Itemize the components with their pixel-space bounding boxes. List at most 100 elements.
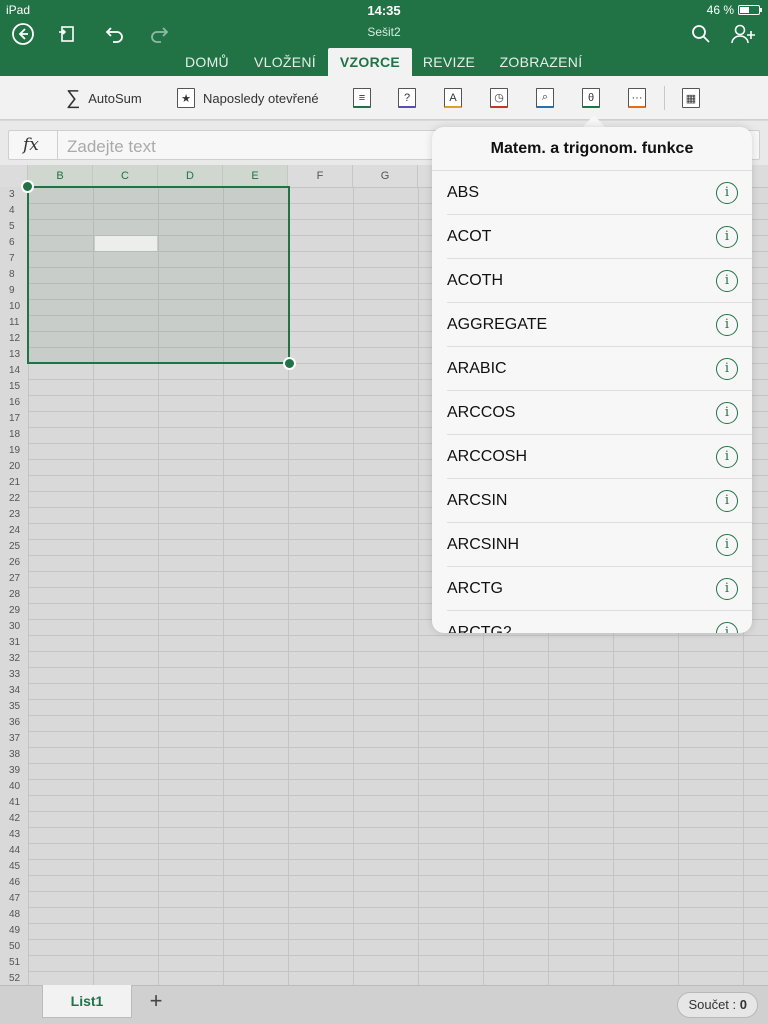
info-icon[interactable]: i bbox=[716, 358, 738, 380]
row-header[interactable]: 28 bbox=[0, 587, 28, 603]
selection-handle-start[interactable] bbox=[21, 180, 34, 193]
row-header[interactable]: 19 bbox=[0, 443, 28, 459]
share-user-icon[interactable] bbox=[730, 22, 756, 48]
row-header[interactable]: 41 bbox=[0, 795, 28, 811]
tab-review[interactable]: REVIZE bbox=[416, 48, 482, 76]
row-header[interactable]: 48 bbox=[0, 907, 28, 923]
row-header[interactable]: 6 bbox=[0, 235, 28, 251]
info-icon[interactable]: i bbox=[716, 578, 738, 600]
lookup-functions-button[interactable]: ⌕ bbox=[536, 86, 554, 110]
more-functions-button[interactable]: ··· bbox=[628, 86, 646, 110]
row-header[interactable]: 18 bbox=[0, 427, 28, 443]
tab-insert[interactable]: VLOŽENÍ bbox=[246, 48, 324, 76]
row-header[interactable]: 46 bbox=[0, 875, 28, 891]
function-item[interactable]: AGGREGATE i bbox=[447, 303, 752, 347]
row-header[interactable]: 10 bbox=[0, 299, 28, 315]
row-header[interactable]: 20 bbox=[0, 459, 28, 475]
info-icon[interactable]: i bbox=[716, 446, 738, 468]
row-header[interactable]: 43 bbox=[0, 827, 28, 843]
row-header[interactable]: 39 bbox=[0, 763, 28, 779]
row-header[interactable]: 51 bbox=[0, 955, 28, 971]
status-sum[interactable]: Součet : 0 bbox=[677, 992, 758, 1018]
row-header[interactable]: 14 bbox=[0, 363, 28, 379]
logical-functions-button[interactable]: ? bbox=[398, 86, 416, 110]
row-header[interactable]: 33 bbox=[0, 667, 28, 683]
row-header[interactable]: 11 bbox=[0, 315, 28, 331]
function-item[interactable]: ABS i bbox=[447, 171, 752, 215]
calculate-button[interactable]: ▦ bbox=[682, 86, 700, 110]
row-header[interactable]: 34 bbox=[0, 683, 28, 699]
recent-functions-button[interactable]: ★ Naposledy otevřené bbox=[177, 86, 319, 110]
row-header[interactable]: 45 bbox=[0, 859, 28, 875]
row-header[interactable]: 15 bbox=[0, 379, 28, 395]
row-header[interactable]: 35 bbox=[0, 699, 28, 715]
datetime-functions-button[interactable]: ◷ bbox=[490, 86, 508, 110]
row-header[interactable]: 30 bbox=[0, 619, 28, 635]
info-icon[interactable]: i bbox=[716, 314, 738, 336]
function-item[interactable]: ARABIC i bbox=[447, 347, 752, 391]
row-header[interactable]: 13 bbox=[0, 347, 28, 363]
row-header[interactable]: 38 bbox=[0, 747, 28, 763]
row-header[interactable]: 5 bbox=[0, 219, 28, 235]
row-header[interactable]: 9 bbox=[0, 283, 28, 299]
info-icon[interactable]: i bbox=[716, 534, 738, 556]
info-icon[interactable]: i bbox=[716, 402, 738, 424]
row-header[interactable]: 25 bbox=[0, 539, 28, 555]
text-functions-button[interactable]: A bbox=[444, 86, 462, 110]
column-header-f[interactable]: F bbox=[288, 165, 353, 187]
row-header[interactable]: 12 bbox=[0, 331, 28, 347]
column-header-e[interactable]: E bbox=[223, 165, 288, 187]
info-icon[interactable]: i bbox=[716, 226, 738, 248]
function-item[interactable]: ACOT i bbox=[447, 215, 752, 259]
row-header[interactable]: 50 bbox=[0, 939, 28, 955]
row-header[interactable]: 47 bbox=[0, 891, 28, 907]
fx-label[interactable]: fx bbox=[23, 135, 39, 155]
row-header[interactable]: 16 bbox=[0, 395, 28, 411]
function-item[interactable]: ARCCOSH i bbox=[447, 435, 752, 479]
row-header[interactable]: 36 bbox=[0, 715, 28, 731]
row-header[interactable]: 52 bbox=[0, 971, 28, 985]
row-header[interactable]: 8 bbox=[0, 267, 28, 283]
function-item[interactable]: ARCTG2 i bbox=[447, 611, 752, 633]
add-sheet-button[interactable]: + bbox=[144, 990, 168, 1014]
formula-input[interactable]: Zadejte text bbox=[67, 137, 156, 157]
info-icon[interactable]: i bbox=[716, 182, 738, 204]
function-item[interactable]: ARCCOS i bbox=[447, 391, 752, 435]
row-header[interactable]: 27 bbox=[0, 571, 28, 587]
row-header[interactable]: 40 bbox=[0, 779, 28, 795]
function-item[interactable]: ARCTG i bbox=[447, 567, 752, 611]
row-header[interactable]: 44 bbox=[0, 843, 28, 859]
sheet-tab-list1[interactable]: List1 bbox=[42, 985, 132, 1018]
search-icon[interactable] bbox=[688, 22, 714, 48]
row-header[interactable]: 32 bbox=[0, 651, 28, 667]
info-icon[interactable]: i bbox=[716, 270, 738, 292]
function-list[interactable]: ABS i ACOT i ACOTH i AGGREGATE i ARABIC i ARCCOS i A… bbox=[432, 171, 752, 633]
column-header-c[interactable]: C bbox=[93, 165, 158, 187]
row-header[interactable]: 4 bbox=[0, 203, 28, 219]
tab-home[interactable]: DOMŮ bbox=[176, 48, 238, 76]
row-header[interactable]: 42 bbox=[0, 811, 28, 827]
function-item[interactable]: ARCSINH i bbox=[447, 523, 752, 567]
row-header[interactable]: 23 bbox=[0, 507, 28, 523]
selection-handle-end[interactable] bbox=[283, 357, 296, 370]
autosum-button[interactable]: ∑ AutoSum bbox=[66, 86, 142, 110]
row-header[interactable]: 22 bbox=[0, 491, 28, 507]
row-header[interactable]: 21 bbox=[0, 475, 28, 491]
row-header[interactable]: 24 bbox=[0, 523, 28, 539]
row-header[interactable]: 37 bbox=[0, 731, 28, 747]
row-header[interactable]: 29 bbox=[0, 603, 28, 619]
info-icon[interactable]: i bbox=[716, 622, 738, 633]
active-cell[interactable] bbox=[95, 236, 157, 251]
column-header-b[interactable]: B bbox=[28, 165, 93, 187]
column-header-d[interactable]: D bbox=[158, 165, 223, 187]
tab-formulas[interactable]: VZORCE bbox=[328, 48, 412, 76]
financial-functions-button[interactable]: ≡ bbox=[353, 86, 371, 110]
selected-range[interactable] bbox=[27, 186, 290, 364]
column-header-g[interactable]: G bbox=[353, 165, 418, 187]
row-header[interactable]: 31 bbox=[0, 635, 28, 651]
row-header[interactable]: 7 bbox=[0, 251, 28, 267]
row-header[interactable]: 17 bbox=[0, 411, 28, 427]
math-trig-functions-button[interactable]: θ bbox=[582, 86, 600, 110]
function-item[interactable]: ACOTH i bbox=[447, 259, 752, 303]
row-header[interactable]: 49 bbox=[0, 923, 28, 939]
